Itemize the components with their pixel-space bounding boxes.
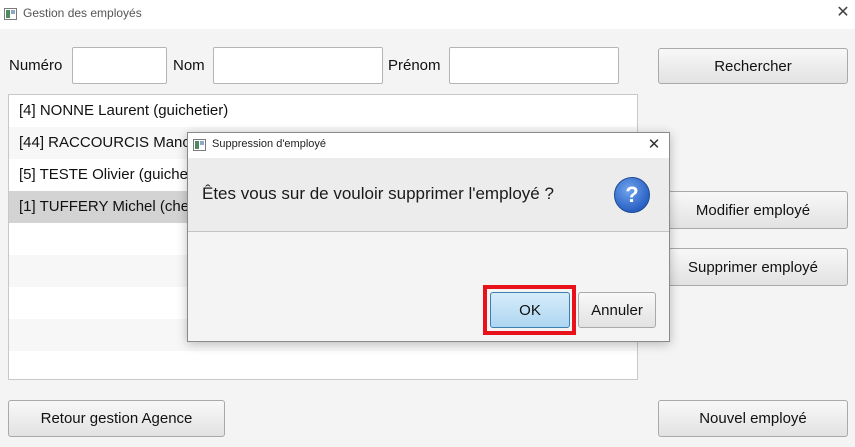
modify-employee-button[interactable]: Modifier employé — [658, 191, 848, 229]
list-item[interactable]: [4] NONNE Laurent (guichetier) — [9, 95, 637, 127]
window-titlebar: Gestion des employés ✕ — [0, 0, 855, 29]
new-employee-button[interactable]: Nouvel employé — [658, 400, 848, 437]
app-icon — [4, 8, 17, 20]
delete-confirmation-dialog: Suppression d'employé ✕ Êtes vous sur de… — [187, 132, 670, 342]
numero-input[interactable] — [72, 47, 167, 84]
delete-employee-button[interactable]: Supprimer employé — [658, 248, 848, 286]
nom-input[interactable] — [213, 47, 383, 84]
prenom-input[interactable] — [449, 47, 619, 84]
empty-row — [9, 351, 637, 379]
nom-label: Nom — [173, 57, 205, 74]
window-close-icon[interactable]: ✕ — [834, 3, 852, 23]
dialog-title: Suppression d'employé — [212, 138, 327, 150]
dialog-close-icon[interactable]: ✕ — [644, 134, 664, 156]
prenom-label: Prénom — [388, 57, 441, 74]
back-to-agency-button[interactable]: Retour gestion Agence — [8, 400, 225, 437]
search-button[interactable]: Rechercher — [658, 48, 848, 84]
dialog-app-icon — [193, 139, 206, 151]
question-icon: ? — [614, 177, 650, 213]
dialog-header: Êtes vous sur de vouloir supprimer l'emp… — [188, 158, 669, 232]
dialog-titlebar: Suppression d'employé ✕ — [188, 133, 669, 158]
numero-label: Numéro — [9, 57, 63, 74]
window-title: Gestion des employés — [23, 6, 142, 20]
cancel-button[interactable]: Annuler — [578, 292, 656, 328]
dialog-message: Êtes vous sur de vouloir supprimer l'emp… — [202, 184, 554, 203]
ok-button[interactable]: OK — [490, 292, 570, 328]
